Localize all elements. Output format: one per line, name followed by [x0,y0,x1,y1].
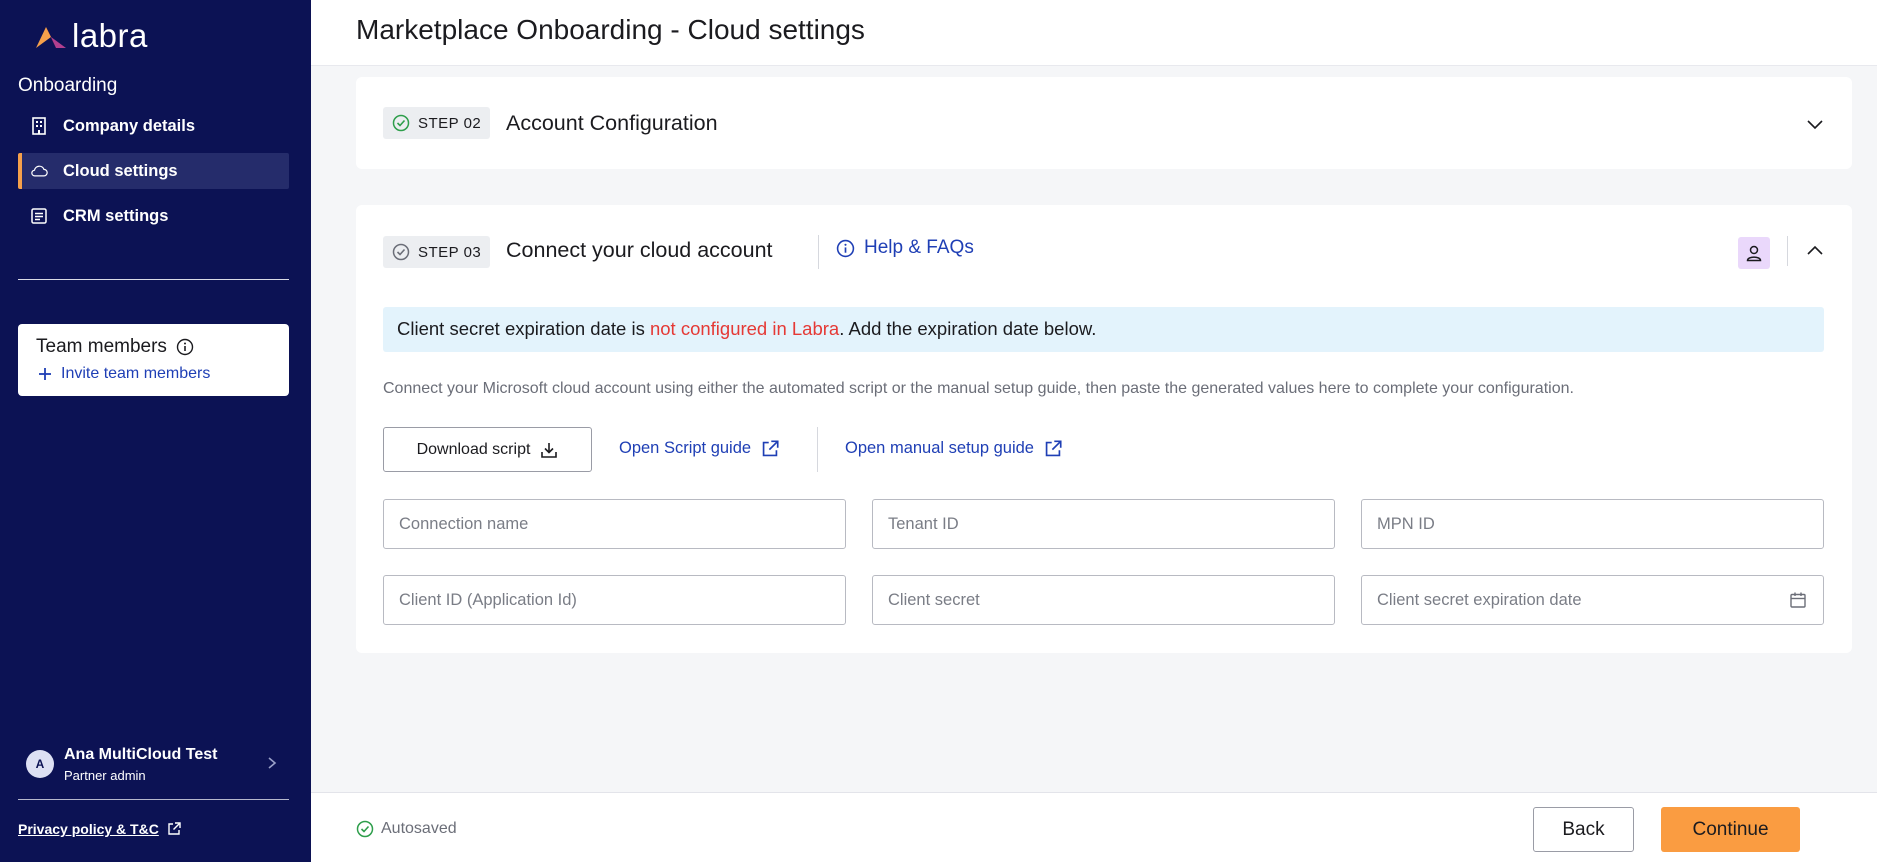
user-name: Ana MultiCloud Test [64,745,218,763]
calendar-icon[interactable] [1789,591,1807,609]
download-script-button[interactable]: Download script [383,427,592,472]
info-icon [836,239,855,257]
labra-logo-icon [36,27,66,48]
assignee-button[interactable] [1738,237,1770,269]
check-circle-icon [356,820,374,838]
client-id-input[interactable] [383,575,846,625]
back-button[interactable]: Back [1533,807,1634,852]
links-separator [817,427,818,472]
logo-text: labra [72,17,148,54]
sidebar-item-label: Cloud settings [63,161,178,180]
step-03-title: Connect your cloud account [506,238,773,262]
sidebar-divider [18,279,289,280]
help-faqs-link[interactable]: Help & FAQs [836,237,974,259]
sidebar-item-label: Company details [63,116,196,135]
client-secret-input[interactable] [872,575,1335,625]
chevron-right-icon [268,757,277,769]
download-icon [541,442,558,458]
client-secret-expiration-date-input[interactable] [1361,575,1824,625]
expiration-alert: Client secret expiration date is not con… [383,307,1824,352]
step-03-card: STEP 03 Connect your cloud account Help … [356,205,1852,653]
building-icon [30,117,48,135]
privacy-label: Privacy policy & T&C [18,821,159,837]
external-link-icon [762,439,779,456]
step-02-title: Account Configuration [506,111,718,135]
open-script-guide-link[interactable]: Open Script guide [619,439,779,458]
sidebar-item-crm-settings[interactable]: CRM settings [18,198,289,234]
team-members-label: Team members [36,336,167,357]
mpn-id-input[interactable] [1361,499,1824,549]
chevron-down-icon[interactable] [1806,115,1824,133]
external-link-icon [168,822,181,835]
alert-suffix: . Add the expiration date below. [839,318,1097,339]
continue-button[interactable]: Continue [1661,807,1800,852]
open-manual-setup-guide-link[interactable]: Open manual setup guide [845,439,1062,458]
autosaved-status: Autosaved [356,820,457,838]
page-title: Marketplace Onboarding - Cloud settings [356,14,865,45]
header-separator [818,235,819,269]
cloud-icon [30,162,48,180]
step-03-badge: STEP 03 [383,236,491,268]
avatar: A [26,750,54,778]
invite-team-members-link[interactable]: Invite team members [38,365,210,383]
chevron-up-icon[interactable] [1806,242,1824,260]
page-header: Marketplace Onboarding - Cloud settings [311,0,1877,66]
page-footer: Autosaved Back Continue [311,792,1877,862]
step-02-card[interactable]: STEP 02 Account Configuration [356,77,1852,169]
help-label: Help & FAQs [864,237,974,258]
list-icon [30,207,48,225]
header-separator-2 [1787,236,1788,266]
user-info: Ana MultiCloud Test Partner admin [64,746,217,783]
connect-description: Connect your Microsoft cloud account usi… [383,380,1574,397]
privacy-policy-link[interactable]: Privacy policy & T&C [18,821,181,837]
alert-highlight: not configured in Labra [649,318,840,339]
external-link-icon [1045,439,1062,456]
team-members-title: Team members [36,336,194,358]
user-role: Partner admin [64,767,146,783]
tenant-id-input[interactable] [872,499,1335,549]
sidebar: labra Onboarding Company details Cloud s… [0,0,311,862]
script-guide-label: Open Script guide [619,439,752,457]
check-circle-icon [392,114,410,132]
labra-logo[interactable]: labra [34,18,148,54]
onboarding-section-title: Onboarding [18,75,118,96]
team-members-card: Team members Invite team members [18,324,289,396]
onboarding-nav: Company details Cloud settings CRM setti… [18,108,289,243]
autosaved-label: Autosaved [381,820,457,837]
sidebar-item-cloud-settings[interactable]: Cloud settings [18,153,289,189]
step-02-badge: STEP 02 [383,107,491,139]
connection-name-input[interactable] [383,499,846,549]
sidebar-item-label: CRM settings [63,206,169,225]
sidebar-item-company-details[interactable]: Company details [18,108,289,144]
step-02-label: STEP 02 [418,114,482,132]
user-profile[interactable]: A Ana MultiCloud Test Partner admin [26,743,289,785]
invite-label: Invite team members [61,365,211,382]
manual-guide-label: Open manual setup guide [845,439,1034,457]
check-circle-outline-icon [392,243,410,261]
alert-prefix: Client secret expiration date is [397,318,650,339]
sidebar-bottom-divider [18,799,289,800]
info-icon[interactable] [176,338,194,356]
download-label: Download script [416,440,531,458]
user-icon [1746,245,1762,262]
plus-icon [39,368,51,380]
step-03-label: STEP 03 [418,243,482,261]
